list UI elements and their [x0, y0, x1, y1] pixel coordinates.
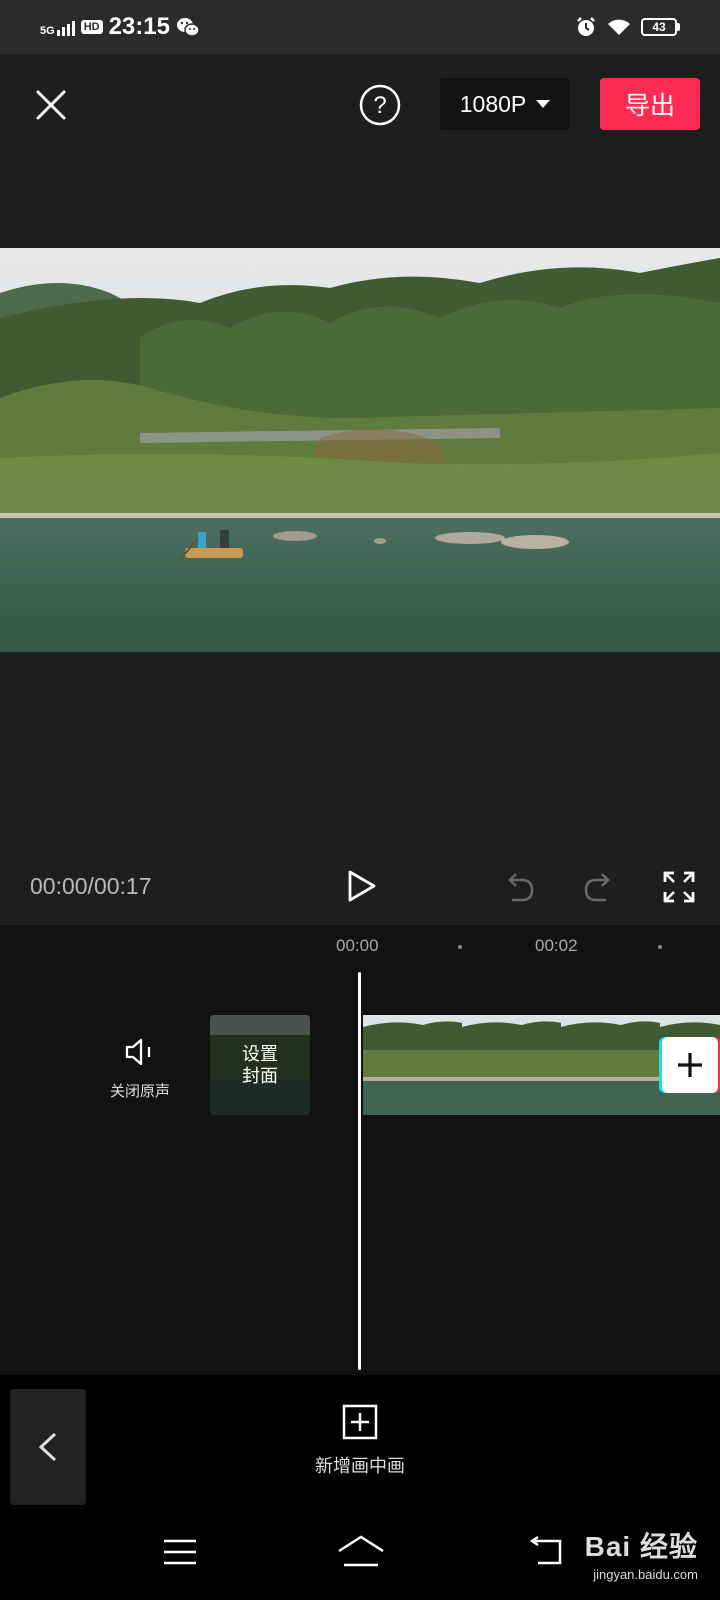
add-square-icon [342, 1404, 378, 1440]
add-picture-in-picture-button[interactable]: 新增画中画 [300, 1403, 420, 1493]
back-nav-button[interactable] [529, 1535, 570, 1572]
preview-image [0, 248, 720, 652]
plus-icon [678, 1053, 702, 1077]
watermark-logo: Bai 经验 [584, 1531, 698, 1562]
wifi-icon [608, 19, 630, 35]
video-preview[interactable] [0, 248, 720, 652]
wechat-icon [176, 18, 200, 37]
playhead[interactable] [358, 972, 361, 1370]
mute-original-audio-toggle[interactable]: 关闭原声 [100, 1035, 180, 1115]
menu-icon [164, 1539, 196, 1565]
bottom-toolbar: 新增画中画 [0, 1375, 720, 1515]
add-clip-button[interactable] [662, 1037, 718, 1093]
pip-label: 新增画中画 [315, 1456, 405, 1476]
help-button[interactable]: ? [358, 83, 402, 127]
home-icon [338, 1535, 384, 1567]
fullscreen-button[interactable] [662, 870, 696, 904]
play-icon [348, 870, 376, 902]
ruler-label: 00:02 [535, 936, 578, 955]
battery-indicator: 43 [641, 18, 677, 36]
redo-icon [584, 873, 610, 902]
hd-badge: HD [80, 20, 103, 34]
ruler-label: 00:00 [336, 936, 379, 955]
watermark: Bai 经验 jingyan.baidu.com [585, 1525, 698, 1582]
top-bar: ? 1080P 导出 [0, 54, 720, 156]
back-icon [529, 1535, 562, 1565]
status-left: 5G HD 23:15 [40, 12, 200, 42]
export-button[interactable]: 导出 [600, 78, 700, 130]
status-bar: 5G HD 23:15 43 [0, 0, 720, 54]
time-display: 00:00/00:17 [30, 873, 152, 899]
fullscreen-icon [663, 871, 695, 903]
redo-button[interactable] [580, 870, 616, 904]
speaker-icon [125, 1038, 151, 1066]
menu-button[interactable] [162, 1537, 198, 1572]
chevron-left-icon [38, 1432, 57, 1462]
caret-down-icon [536, 100, 551, 108]
svg-text:?: ? [373, 92, 386, 119]
watermark-url: jingyan.baidu.com [593, 1567, 698, 1582]
undo-icon [508, 873, 534, 902]
signal-indicator: 5G [40, 18, 75, 37]
set-cover-button[interactable]: 设置 封面 [210, 1015, 310, 1115]
home-button[interactable] [336, 1533, 386, 1574]
ruler-dot [458, 945, 462, 949]
close-button[interactable] [30, 84, 72, 126]
signal-bars-icon [56, 18, 75, 36]
status-time: 23:15 [108, 13, 170, 40]
mute-label: 关闭原声 [109, 1083, 170, 1100]
undo-button[interactable] [502, 870, 538, 904]
resolution-dropdown[interactable]: 1080P [440, 78, 570, 130]
status-right: 43 [575, 12, 680, 42]
back-button[interactable] [10, 1389, 86, 1505]
ruler-dot [658, 945, 662, 949]
network-type: 5G [40, 25, 55, 37]
close-icon [36, 90, 66, 120]
resolution-label: 1080P [459, 90, 527, 117]
cover-label: 设置 封面 [242, 1044, 278, 1086]
play-button[interactable] [344, 868, 378, 904]
alarm-icon [577, 17, 595, 36]
help-icon: ? [359, 84, 401, 126]
